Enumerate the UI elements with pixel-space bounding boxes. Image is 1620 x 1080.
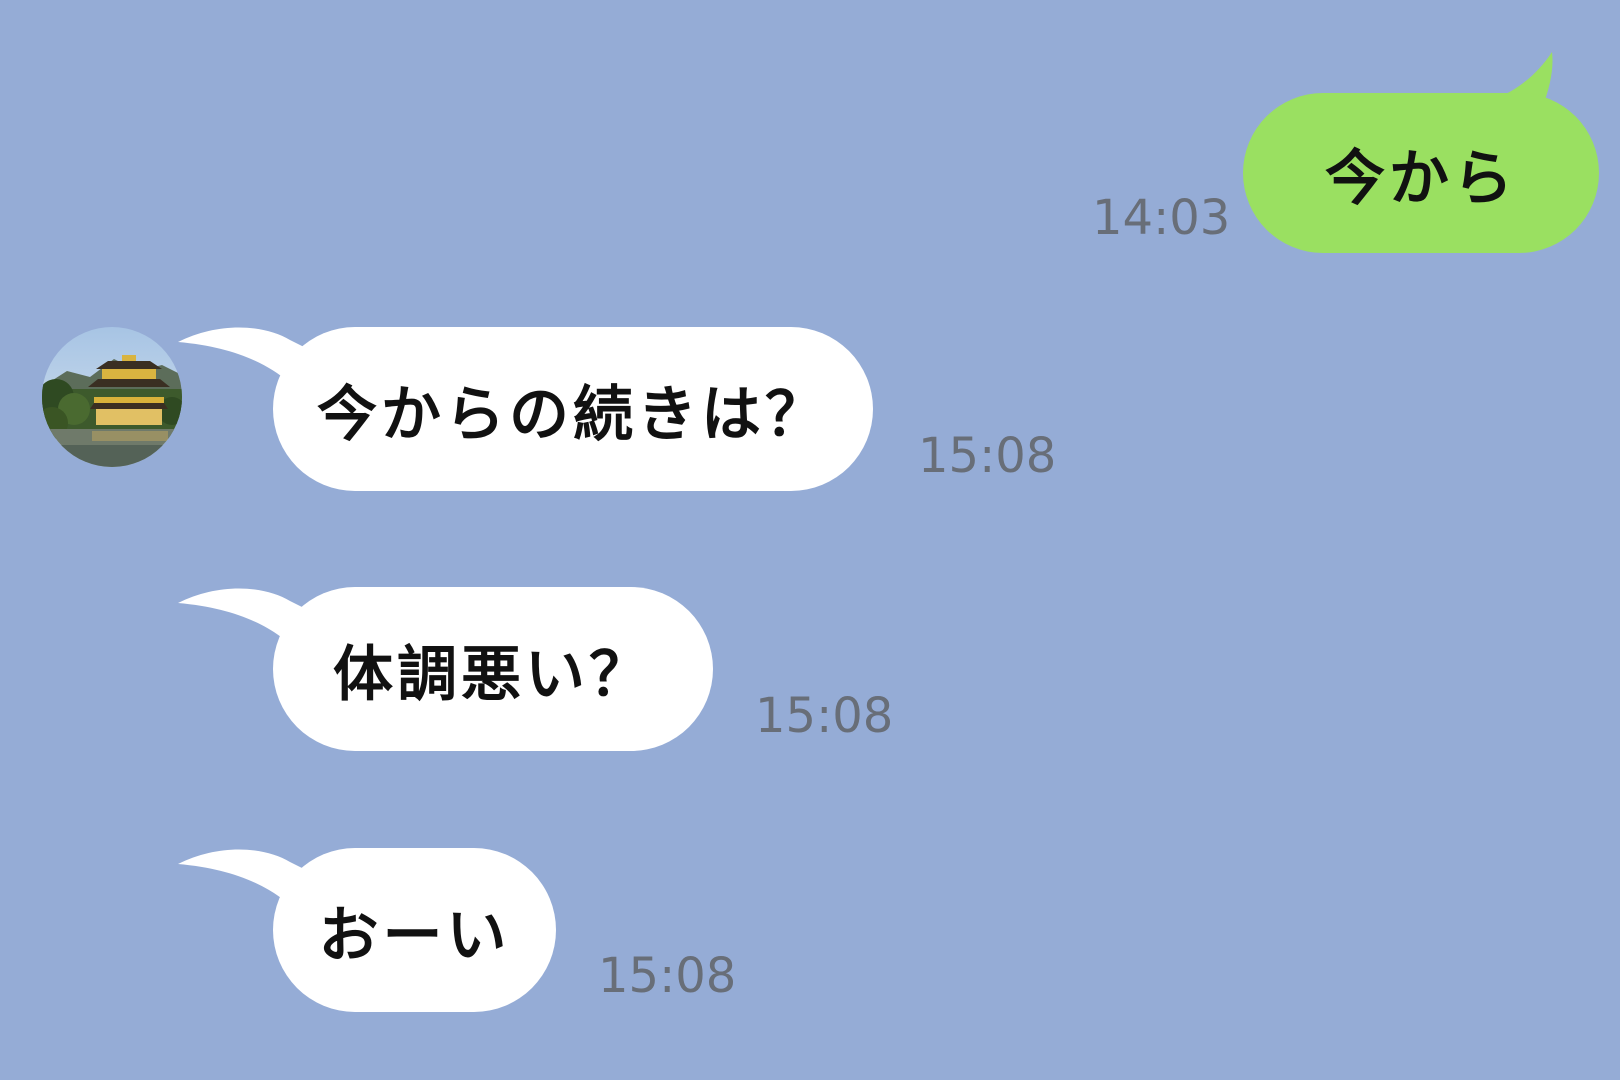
contact-avatar[interactable] xyxy=(42,327,182,467)
message-timestamp: 15:08 xyxy=(598,948,737,1004)
golden-pavilion-photo-icon xyxy=(42,327,182,467)
message-bubble-incoming[interactable]: おーい xyxy=(273,848,556,1012)
message-bubble-incoming[interactable]: 体調悪い？ xyxy=(273,587,713,751)
message-timestamp: 15:08 xyxy=(755,688,894,744)
message-bubble-incoming[interactable]: 今からの続きは？ xyxy=(273,327,873,491)
message-text: 今からの続きは？ xyxy=(317,379,829,450)
message-timestamp: 14:03 xyxy=(1092,190,1231,246)
message-text: 体調悪い？ xyxy=(333,639,653,710)
message-text: 今から xyxy=(1325,143,1517,214)
chat-screen: 今から 14:03 今からの続きは？ 15:08 体調悪い？ 15:08 おーい… xyxy=(0,0,1620,1080)
message-timestamp: 15:08 xyxy=(918,428,1057,484)
message-bubble-outgoing[interactable]: 今から xyxy=(1243,93,1599,253)
message-text: おーい xyxy=(318,900,511,971)
